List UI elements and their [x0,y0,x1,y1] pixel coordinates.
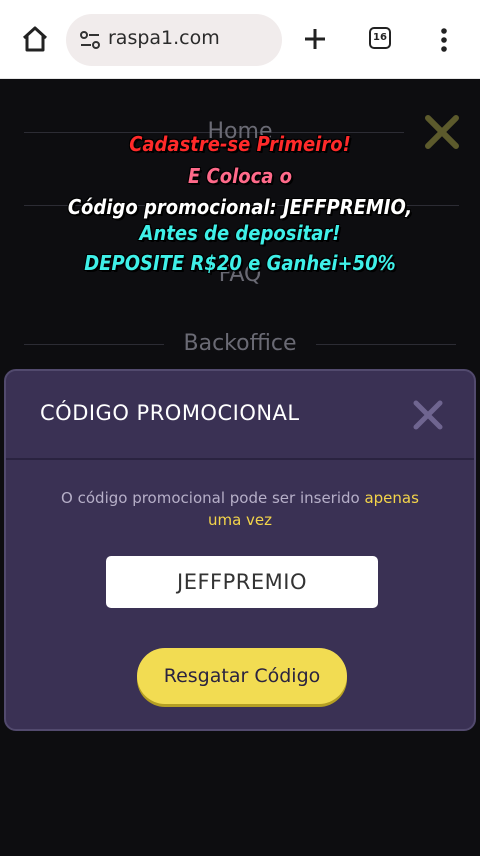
promo-line-4: Antes de depositar! [139,221,341,245]
redeem-code-button[interactable]: Resgatar Código [137,648,347,704]
promo-line-5: DEPOSITE R$20 e Ganhei+50% [84,251,396,275]
promo-note: O código promocional pode ser inserido a… [36,487,444,531]
address-bar[interactable]: raspa1.com [66,14,282,66]
promo-code-modal: CÓDIGO PROMOCIONAL O código promocional … [4,369,476,731]
promo-line-2: E Coloca o [187,164,293,188]
promo-note-text: O código promocional pode ser inserido [61,489,365,507]
browser-toolbar: raspa1.com 16 [0,0,480,79]
site-settings-icon[interactable] [78,28,102,52]
more-menu-icon[interactable] [432,24,456,56]
tab-switcher-button[interactable]: 16 [369,27,391,49]
new-tab-icon[interactable] [300,24,330,54]
promo-line-1: Cadastre-se Primeiro! [129,132,351,156]
close-icon[interactable] [410,397,446,433]
nav-item-backoffice[interactable]: Backoffice [0,331,480,356]
modal-divider [6,458,474,460]
promo-note-highlight: apenas [364,489,419,507]
promo-line-3: Código promocional: JEFFPREMIO, [67,195,413,219]
url-text[interactable]: raspa1.com [108,27,220,49]
home-icon[interactable] [20,24,50,54]
promo-note-highlight: uma vez [207,511,273,529]
promo-code-input[interactable] [106,556,378,608]
modal-title: CÓDIGO PROMOCIONAL [40,401,300,425]
